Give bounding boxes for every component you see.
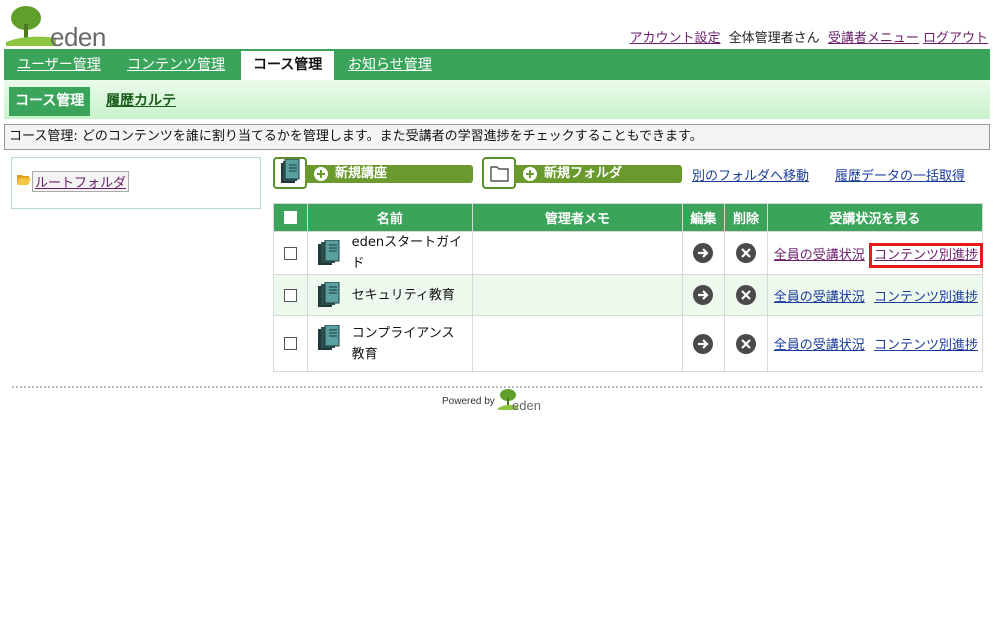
- course-book-icon: [317, 282, 340, 307]
- row-checkbox[interactable]: [283, 288, 297, 302]
- user-name: 全体管理者さん: [728, 31, 820, 46]
- new-course-button[interactable]: 新規講座: [273, 157, 473, 189]
- tab-user-management[interactable]: ユーザー管理: [17, 49, 101, 80]
- new-folder-label: 新規フォルダ: [544, 166, 623, 181]
- admin-memo: [472, 231, 683, 275]
- table-row: コンプライアンス教育 全員の受講状況 コンテンツ別進捗: [273, 315, 984, 372]
- tree-icon: [6, 6, 56, 46]
- delete-x-icon[interactable]: [735, 285, 756, 305]
- new-folder-button[interactable]: 新規フォルダ: [482, 157, 682, 189]
- edit-arrow-icon[interactable]: [693, 333, 714, 354]
- root-folder-link[interactable]: ルートフォルダ: [32, 171, 130, 192]
- delete-x-icon[interactable]: [735, 333, 756, 354]
- plus-icon: [523, 167, 537, 181]
- content-progress-link[interactable]: コンテンツ別進捗: [868, 242, 983, 268]
- main-nav: ユーザー管理 コンテンツ管理 コース管理 お知らせ管理: [4, 49, 990, 80]
- folder-icon: [490, 166, 509, 182]
- page-description: コース管理: どのコンテンツを誰に割り当てるかを管理します。また受講者の学習進捗…: [4, 124, 990, 150]
- folder-tree: ルートフォルダ: [11, 157, 261, 209]
- column-header-delete: 削除: [724, 203, 768, 232]
- content-progress-link[interactable]: コンテンツ別進捗: [874, 338, 978, 353]
- eden-logo: eden: [6, 4, 106, 52]
- column-header-name: 名前: [306, 203, 474, 232]
- subtab-course-management[interactable]: コース管理: [9, 87, 91, 116]
- table-row: セキュリティ教育 全員の受講状況 コンテンツ別進捗: [273, 274, 984, 316]
- all-status-link[interactable]: 全員の受講状況: [774, 290, 865, 305]
- account-settings-link[interactable]: アカウント設定: [630, 31, 721, 46]
- table-row: edenスタートガイド 全員の受講状況 コンテンツ別進捗: [273, 231, 984, 275]
- admin-memo: [472, 315, 683, 372]
- admin-memo: [472, 274, 683, 316]
- all-status-link[interactable]: 全員の受講状況: [774, 338, 865, 353]
- course-table: 名前 管理者メモ 編集 削除 受講状況を見る edenスタートガイド 全員の受講…: [273, 203, 984, 372]
- plus-icon: [314, 167, 328, 181]
- footer-divider: [12, 386, 982, 388]
- table-header-row: 名前 管理者メモ 編集 削除 受講状況を見る: [273, 203, 984, 232]
- edit-arrow-icon[interactable]: [693, 243, 714, 263]
- select-all-checkbox[interactable]: [283, 211, 297, 224]
- course-book-icon: [317, 240, 340, 265]
- row-checkbox[interactable]: [283, 337, 297, 350]
- sub-nav: コース管理 履歴カルテ: [4, 80, 990, 119]
- course-name: セキュリティ教育: [351, 287, 455, 303]
- course-book-icon: [317, 325, 340, 350]
- top-links: アカウント設定 全体管理者さん 受講者メニュー ログアウト: [630, 27, 988, 46]
- course-name: edenスタートガイド: [351, 235, 463, 271]
- course-book-icon: [281, 158, 300, 183]
- all-status-link[interactable]: 全員の受講状況: [774, 248, 865, 263]
- move-to-folder-link[interactable]: 別のフォルダへ移動: [692, 165, 809, 184]
- powered-by-text: Powered by: [442, 396, 495, 407]
- column-header-memo: 管理者メモ: [472, 203, 683, 232]
- column-header-status: 受講状況を見る: [766, 203, 984, 232]
- open-folder-icon: [17, 175, 31, 185]
- row-checkbox[interactable]: [283, 246, 297, 260]
- content-progress-link[interactable]: コンテンツ別進捗: [874, 290, 978, 305]
- learner-menu-link[interactable]: 受講者メニュー: [828, 31, 919, 46]
- logout-link[interactable]: ログアウト: [923, 31, 988, 46]
- tab-notice-management[interactable]: お知らせ管理: [348, 49, 432, 80]
- delete-x-icon[interactable]: [735, 243, 756, 263]
- footer-eden-logo: eden: [498, 388, 548, 414]
- bulk-history-download-link[interactable]: 履歴データの一括取得: [835, 165, 965, 184]
- course-name: コンプライアンス教育: [351, 325, 455, 362]
- subtab-history-karte[interactable]: 履歴カルテ: [106, 87, 176, 116]
- edit-arrow-icon[interactable]: [693, 285, 714, 305]
- footer-logo-text: eden: [512, 398, 541, 413]
- tab-content-management[interactable]: コンテンツ管理: [127, 49, 225, 80]
- new-course-label: 新規講座: [335, 166, 388, 181]
- column-header-edit: 編集: [681, 203, 726, 232]
- tab-course-management[interactable]: コース管理: [241, 51, 335, 80]
